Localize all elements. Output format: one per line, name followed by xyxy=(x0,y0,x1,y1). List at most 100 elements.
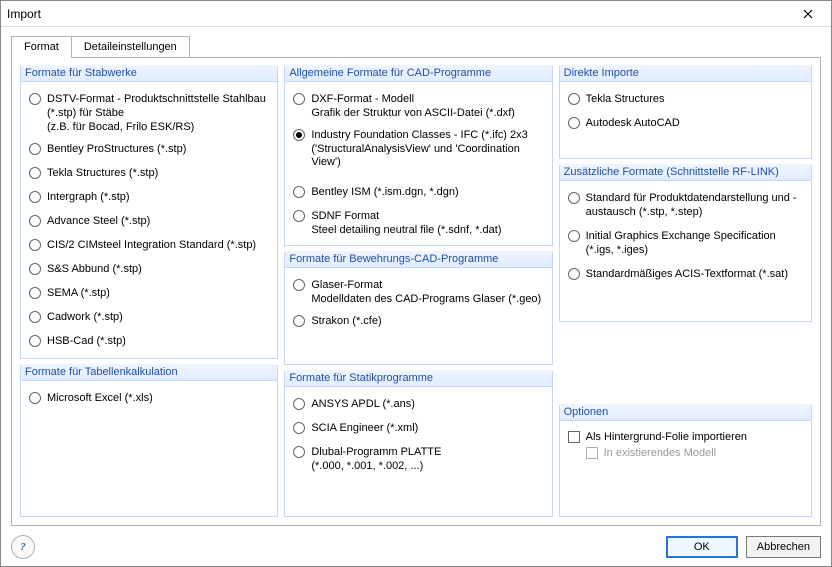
radio-icon xyxy=(568,93,580,105)
radio-label: ANSYS APDL (*.ans) xyxy=(311,397,543,411)
radio-sema[interactable]: SEMA (*.stp) xyxy=(29,284,269,302)
radio-excel[interactable]: Microsoft Excel (*.xls) xyxy=(29,389,269,407)
radio-label: Microsoft Excel (*.xls) xyxy=(47,391,269,405)
radio-label: Advance Steel (*.stp) xyxy=(47,214,269,228)
tab-details[interactable]: Detaileinstellungen xyxy=(71,36,190,58)
radio-label: Standard für Produktdatendarstellung und… xyxy=(586,191,803,219)
radio-icon xyxy=(293,279,305,291)
radio-strakon[interactable]: Strakon (*.cfe) xyxy=(293,312,543,330)
radio-label: Industry Foundation Classes - IFC (*.ifc… xyxy=(311,128,543,142)
radio-label: Autodesk AutoCAD xyxy=(586,116,803,130)
checkbox-icon xyxy=(568,431,580,443)
group-statik: Formate für Statikprogramme ANSYS APDL (… xyxy=(284,371,552,517)
group-optionen: Optionen Als Hintergrund-Folie importier… xyxy=(559,405,812,517)
radio-sub: (*.000, *.001, *.002, ...) xyxy=(293,460,543,473)
radio-cis2[interactable]: CIS/2 CIMsteel Integration Standard (*.s… xyxy=(29,236,269,254)
radio-icon xyxy=(29,239,41,251)
radio-iges[interactable]: Initial Graphics Exchange Specification … xyxy=(568,227,803,259)
radio-sub: Modelldaten des CAD-Programs Glaser (*.g… xyxy=(293,293,543,306)
titlebar: Import xyxy=(1,1,831,27)
import-dialog: Import Format Detaileinstellungen Format… xyxy=(0,0,832,567)
tab-page-format: Formate für Stabwerke DSTV-Format - Prod… xyxy=(11,57,821,526)
radio-icon xyxy=(293,129,305,141)
radio-label: Cadwork (*.stp) xyxy=(47,310,269,324)
radio-dxf[interactable]: DXF-Format - Modell xyxy=(293,90,543,108)
group-legend: Formate für Tabellenkalkulation xyxy=(21,364,277,381)
radio-tekla[interactable]: Tekla Structures xyxy=(568,90,803,108)
radio-icon xyxy=(293,422,305,434)
radio-platte[interactable]: Dlubal-Programm PLATTE xyxy=(293,443,543,461)
radio-scia[interactable]: SCIA Engineer (*.xml) xyxy=(293,419,543,437)
check-background-import[interactable]: Als Hintergrund-Folie importieren xyxy=(568,429,803,445)
check-into-existing: In existierendes Modell xyxy=(568,445,803,461)
column-3: Direkte Importe Tekla Structures Autodes… xyxy=(559,66,812,517)
radio-label: Standardmäßiges ACIS-Textformat (*.sat) xyxy=(586,267,803,281)
tabstrip: Format Detaileinstellungen xyxy=(11,33,821,57)
radio-icon xyxy=(568,268,580,280)
radio-icon xyxy=(29,143,41,155)
group-bewehrung: Formate für Bewehrungs-CAD-Programme Gla… xyxy=(284,252,552,365)
ok-button[interactable]: OK xyxy=(666,536,738,558)
radio-cadwork[interactable]: Cadwork (*.stp) xyxy=(29,308,269,326)
radio-bentley-ism[interactable]: Bentley ISM (*.ism.dgn, *.dgn) xyxy=(293,183,543,201)
group-rflink: Zusätzliche Formate (Schnittstelle RF-LI… xyxy=(559,165,812,322)
close-button[interactable] xyxy=(791,2,825,26)
radio-sat[interactable]: Standardmäßiges ACIS-Textformat (*.sat) xyxy=(568,265,803,283)
radio-tekla-stp[interactable]: Tekla Structures (*.stp) xyxy=(29,164,269,182)
radio-label: HSB-Cad (*.stp) xyxy=(47,334,269,348)
radio-icon xyxy=(29,311,41,323)
cancel-button[interactable]: Abbrechen xyxy=(746,536,821,558)
radio-ifc[interactable]: Industry Foundation Classes - IFC (*.ifc… xyxy=(293,126,543,144)
radio-sub: ('StructuralAnalysisView' und 'Coordinat… xyxy=(293,143,543,169)
radio-icon xyxy=(293,446,305,458)
radio-icon xyxy=(568,192,580,204)
radio-icon xyxy=(293,186,305,198)
radio-ansys[interactable]: ANSYS APDL (*.ans) xyxy=(293,395,543,413)
radio-label: Glaser-Format xyxy=(311,278,543,292)
radio-icon xyxy=(29,191,41,203)
radio-autocad[interactable]: Autodesk AutoCAD xyxy=(568,114,803,132)
checkbox-label: In existierendes Modell xyxy=(604,447,717,459)
group-stabwerke: Formate für Stabwerke DSTV-Format - Prod… xyxy=(20,66,278,359)
close-icon xyxy=(803,9,813,19)
radio-ss-abbund[interactable]: S&S Abbund (*.stp) xyxy=(29,260,269,278)
radio-icon xyxy=(293,210,305,222)
tab-format[interactable]: Format xyxy=(11,36,72,58)
radio-sdnf[interactable]: SDNF Format xyxy=(293,207,543,225)
radio-icon xyxy=(29,93,41,105)
radio-dstv[interactable]: DSTV-Format - Produktschnittstelle Stahl… xyxy=(29,90,269,122)
radio-label: Tekla Structures (*.stp) xyxy=(47,166,269,180)
group-legend: Direkte Importe xyxy=(560,65,811,82)
radio-advance-steel[interactable]: Advance Steel (*.stp) xyxy=(29,212,269,230)
group-legend: Formate für Stabwerke xyxy=(21,65,277,82)
radio-intergraph[interactable]: Intergraph (*.stp) xyxy=(29,188,269,206)
window-title: Import xyxy=(7,7,41,21)
radio-icon xyxy=(29,335,41,347)
radio-icon xyxy=(293,93,305,105)
radio-label: Tekla Structures xyxy=(586,92,803,106)
group-legend: Formate für Statikprogramme xyxy=(285,370,551,387)
radio-icon xyxy=(568,117,580,129)
radio-icon xyxy=(293,398,305,410)
radio-label: Intergraph (*.stp) xyxy=(47,190,269,204)
radio-hsb-cad[interactable]: HSB-Cad (*.stp) xyxy=(29,332,269,350)
radio-label: Bentley ProStructures (*.stp) xyxy=(47,142,269,156)
radio-sub: (z.B. für Bocad, Frilo ESK/RS) xyxy=(29,121,269,134)
group-legend: Allgemeine Formate für CAD-Programme xyxy=(285,65,551,82)
radio-step[interactable]: Standard für Produktdatendarstellung und… xyxy=(568,189,803,221)
group-legend: Zusätzliche Formate (Schnittstelle RF-LI… xyxy=(560,164,811,181)
dialog-body: Format Detaileinstellungen Formate für S… xyxy=(1,27,831,532)
radio-label: SCIA Engineer (*.xml) xyxy=(311,421,543,435)
column-2: Allgemeine Formate für CAD-Programme DXF… xyxy=(284,66,552,517)
radio-sub: Grafik der Struktur von ASCII-Datei (*.d… xyxy=(293,107,543,120)
radio-bentley-pro[interactable]: Bentley ProStructures (*.stp) xyxy=(29,140,269,158)
radio-icon xyxy=(29,263,41,275)
group-legend: Formate für Bewehrungs-CAD-Programme xyxy=(285,251,551,268)
radio-glaser[interactable]: Glaser-Format xyxy=(293,276,543,294)
radio-label: Bentley ISM (*.ism.dgn, *.dgn) xyxy=(311,185,543,199)
radio-icon xyxy=(29,215,41,227)
group-direkt: Direkte Importe Tekla Structures Autodes… xyxy=(559,66,812,159)
radio-icon xyxy=(29,167,41,179)
help-button[interactable]: ? xyxy=(11,535,35,559)
radio-label: DXF-Format - Modell xyxy=(311,92,543,106)
